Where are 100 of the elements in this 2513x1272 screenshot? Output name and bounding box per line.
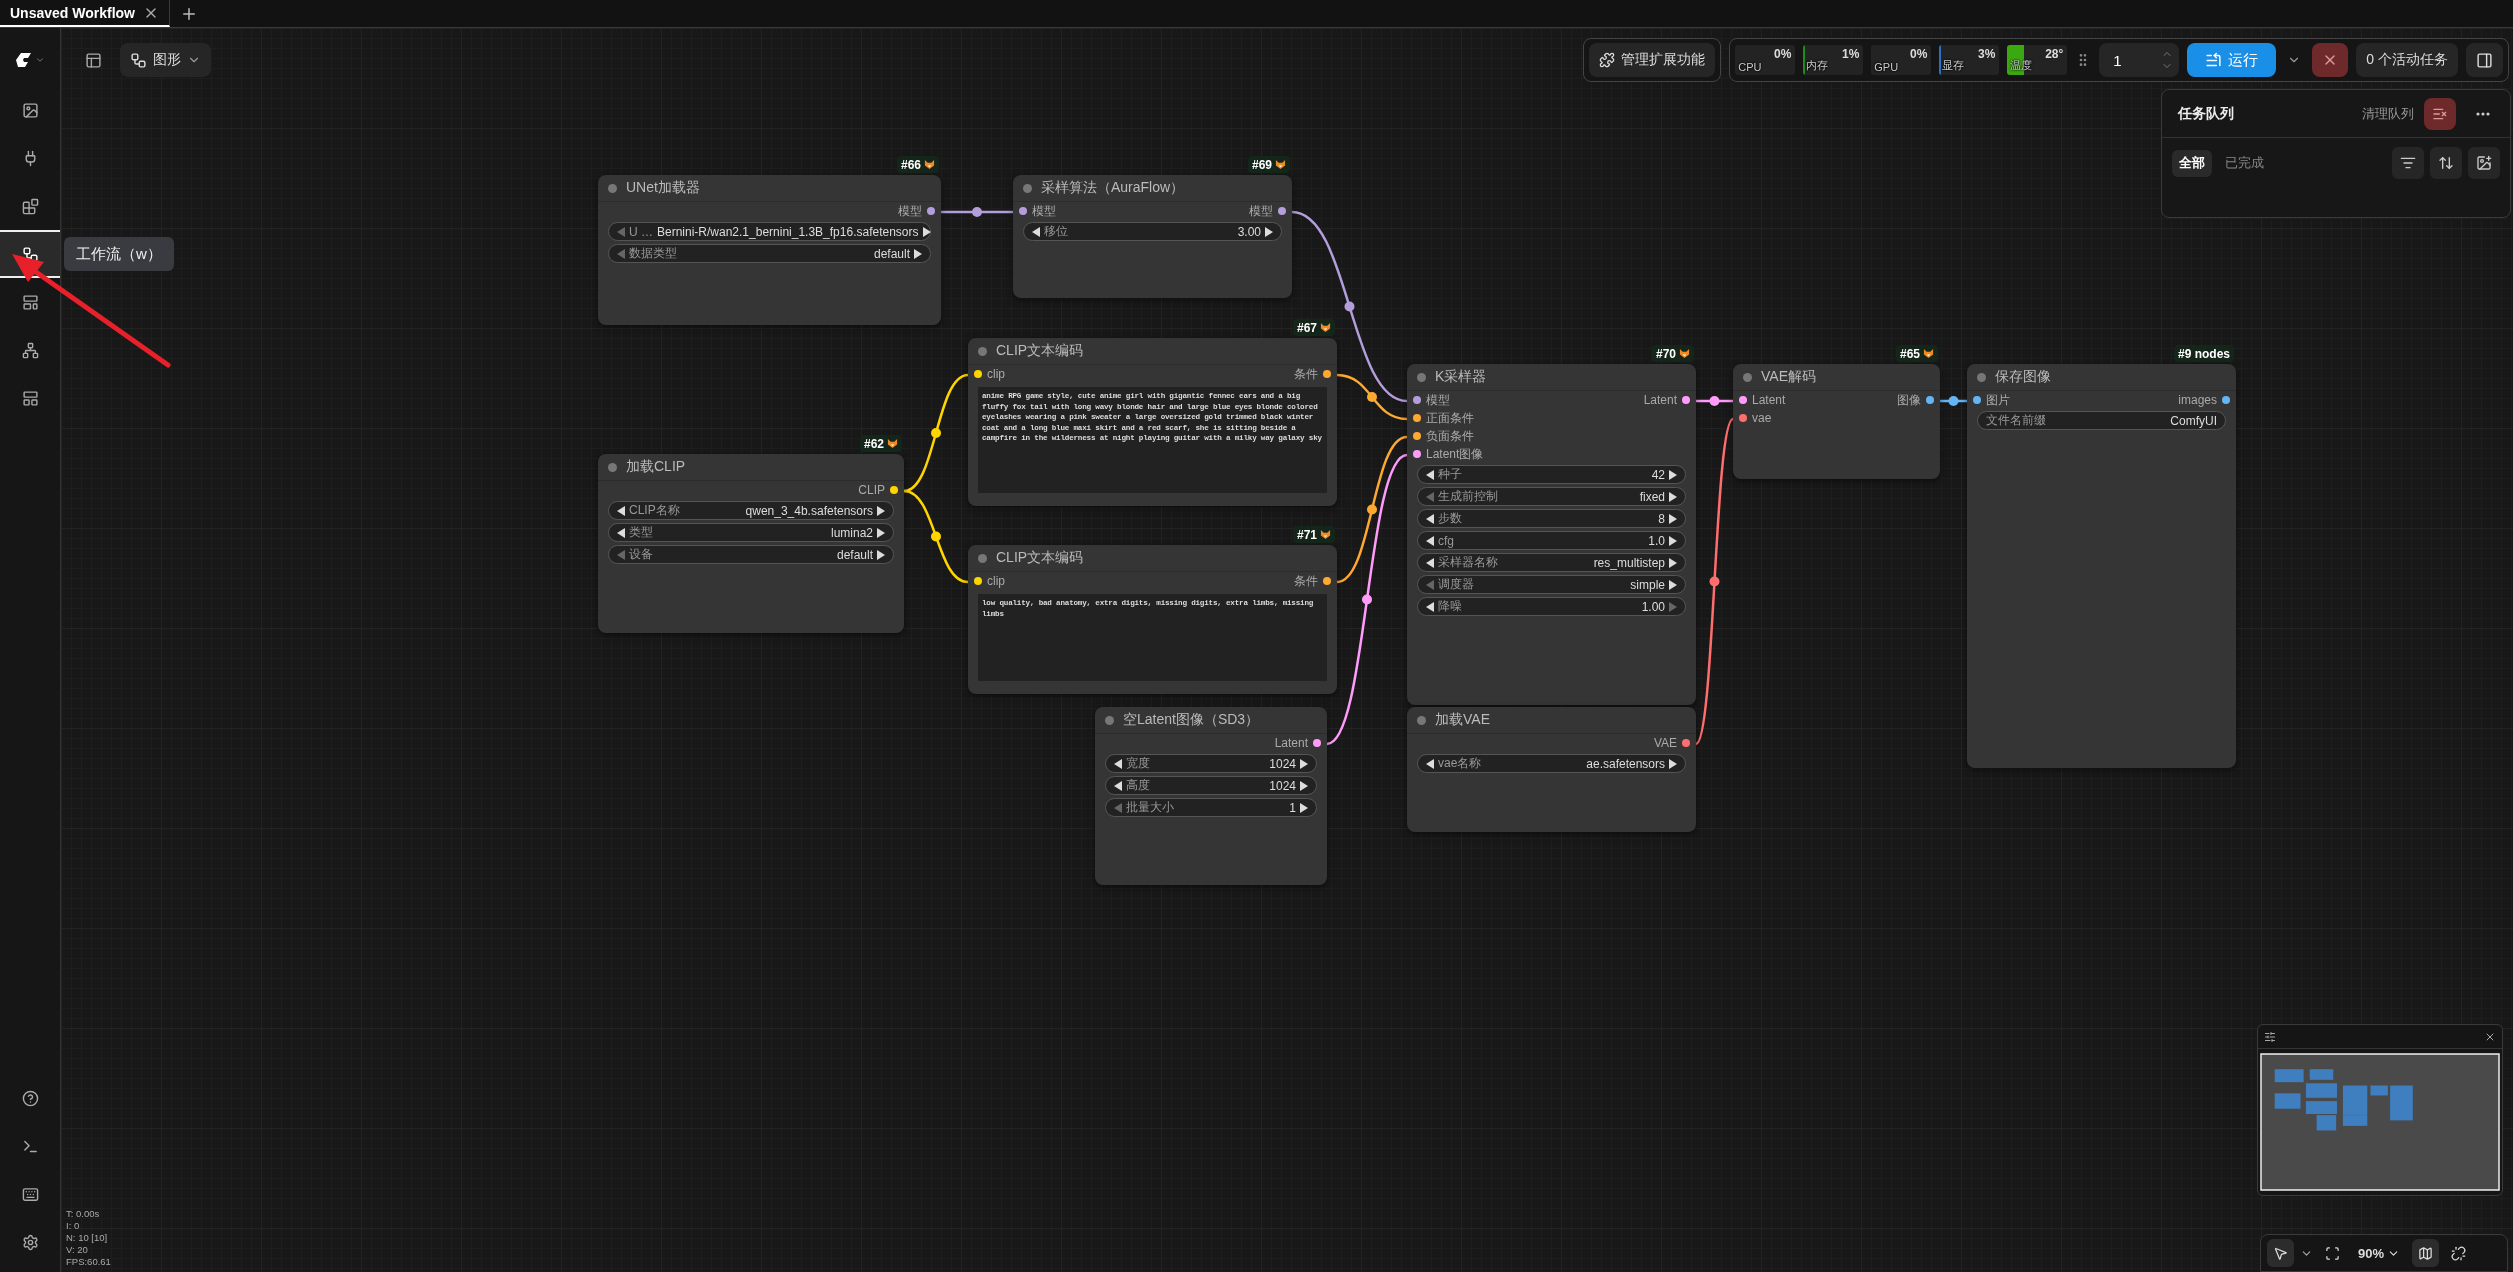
input-slot-dot[interactable] bbox=[1973, 396, 1981, 404]
puzzle-icon bbox=[1599, 52, 1616, 68]
output-slot-dot[interactable] bbox=[1682, 396, 1690, 404]
filter-tab[interactable]: 全部 bbox=[2172, 149, 2212, 177]
filter-icon bbox=[2400, 155, 2416, 171]
input-slot-dot[interactable] bbox=[1739, 396, 1747, 404]
stat-line: T: 0.00s bbox=[66, 1208, 101, 1220]
link-wire[interactable] bbox=[1696, 396, 1733, 406]
slot-label: 模型 bbox=[1032, 202, 1056, 220]
slot-label: 正面条件 bbox=[1426, 409, 1474, 427]
collapse-dot-icon[interactable] bbox=[1977, 372, 1986, 382]
link-wire[interactable] bbox=[1336, 373, 1408, 421]
filter-tab[interactable]: 已完成 bbox=[2218, 149, 2271, 177]
fox-icon bbox=[887, 438, 898, 449]
extensions-button[interactable]: 管理扩展功能 bbox=[1589, 43, 1716, 77]
active-tasks-button[interactable]: 0 个活动任务 bbox=[2356, 43, 2458, 77]
input-slot-dot[interactable] bbox=[1413, 450, 1421, 458]
output-slot-dot[interactable] bbox=[890, 486, 898, 494]
widget-control[interactable]: 文件名前缀 ComfyUI bbox=[1977, 411, 2226, 430]
collapse-dot-icon[interactable] bbox=[1417, 372, 1426, 382]
node-title: 空Latent图像（SD3） bbox=[1123, 711, 1260, 729]
fox-icon bbox=[1679, 348, 1690, 359]
image-icon bbox=[2476, 155, 2492, 171]
blocks-icon bbox=[21, 197, 39, 215]
meter-reading: 0% bbox=[1773, 47, 1792, 61]
fox-icon bbox=[1320, 529, 1331, 540]
queue-icon bbox=[2205, 51, 2223, 69]
collapse-dot-icon[interactable] bbox=[1417, 715, 1426, 725]
tooltip: 工作流（w） bbox=[64, 237, 174, 271]
node-card[interactable]: 加载VAE VAE vae名称 ae.safetensors bbox=[1407, 707, 1696, 832]
fox-icon bbox=[1923, 348, 1934, 359]
input-slot-dot[interactable] bbox=[1019, 207, 1027, 215]
collapse-dot-icon[interactable] bbox=[978, 346, 987, 356]
input-slot-dot[interactable] bbox=[1413, 414, 1421, 422]
output-slot-dot[interactable] bbox=[1313, 739, 1321, 747]
node-title: 加载VAE bbox=[1435, 711, 1490, 729]
input-slot-dot[interactable] bbox=[1413, 432, 1421, 440]
input-slot-dot[interactable] bbox=[1739, 414, 1747, 422]
output-slot-dot[interactable] bbox=[1278, 207, 1286, 215]
settings-icon bbox=[21, 1233, 39, 1251]
slot-label: CLIP bbox=[858, 483, 885, 497]
panel-title: 任务队列 bbox=[2178, 104, 2234, 123]
sliders-icon[interactable] bbox=[2264, 1030, 2276, 1043]
toggle-panel-button[interactable] bbox=[2466, 43, 2503, 77]
logo-icon[interactable] bbox=[15, 51, 33, 69]
stat-line: FPS:60.61 bbox=[66, 1256, 111, 1268]
minimap-drawing[interactable] bbox=[2260, 1053, 2500, 1191]
collapse-dot-icon[interactable] bbox=[1105, 715, 1114, 725]
link-wire[interactable] bbox=[1940, 396, 1967, 406]
stop-button[interactable] bbox=[2312, 43, 2349, 77]
collapse-dot-icon[interactable] bbox=[1743, 372, 1752, 382]
node-id: #66 bbox=[900, 157, 921, 172]
help-icon bbox=[21, 1089, 39, 1107]
output-slot-dot[interactable] bbox=[1926, 396, 1934, 404]
keyboard-icon bbox=[21, 1185, 39, 1203]
slot-label: Latent图像 bbox=[1426, 445, 1484, 463]
link-wire[interactable] bbox=[1694, 418, 1735, 745]
slot-label: clip bbox=[987, 367, 1005, 381]
collapse-dot-icon[interactable] bbox=[608, 462, 617, 472]
collapse-dot-icon[interactable] bbox=[1023, 183, 1032, 193]
node-title: CLIP文本编码 bbox=[996, 549, 1084, 567]
collapse-dot-icon[interactable] bbox=[978, 553, 987, 563]
node-title: K采样器 bbox=[1435, 368, 1487, 386]
output-slot-dot[interactable] bbox=[1323, 577, 1331, 585]
pointer-tool-button[interactable] bbox=[2267, 1239, 2294, 1267]
output-slot-dot[interactable] bbox=[1323, 370, 1331, 378]
slot-label: Latent bbox=[1274, 736, 1308, 750]
clear-list-button[interactable] bbox=[2424, 97, 2456, 130]
slot-label: 模型 bbox=[1249, 202, 1273, 220]
link-wire[interactable] bbox=[1326, 453, 1408, 746]
collapse-dot-icon[interactable] bbox=[608, 183, 617, 193]
output-slot-dot[interactable] bbox=[2222, 396, 2230, 404]
node-id: #69 bbox=[1251, 157, 1272, 172]
node-title: 采样算法（AuraFlow） bbox=[1041, 179, 1185, 197]
input-slot-dot[interactable] bbox=[974, 370, 982, 378]
input-slot-dot[interactable] bbox=[974, 577, 982, 585]
zoom-button[interactable]: 90% bbox=[2352, 1239, 2407, 1267]
slot-label: Latent bbox=[1643, 393, 1677, 407]
filter-button[interactable] bbox=[2392, 147, 2424, 179]
sort-button[interactable] bbox=[2430, 147, 2462, 179]
slot-label: 条件 bbox=[1294, 365, 1318, 383]
chevron-down-icon[interactable] bbox=[35, 55, 45, 65]
link-wire[interactable] bbox=[941, 207, 1013, 217]
output-slot-dot[interactable] bbox=[927, 207, 935, 215]
node-title: VAE解码 bbox=[1761, 368, 1816, 386]
meter-reading: 0% bbox=[1909, 47, 1928, 61]
link-wire[interactable] bbox=[1336, 435, 1408, 584]
slot-label: clip bbox=[987, 574, 1005, 588]
meter-label: 内存 bbox=[1806, 58, 1829, 73]
slot-label: 图像 bbox=[1897, 391, 1921, 409]
node-id: #71 bbox=[1296, 527, 1317, 542]
image-view-button[interactable] bbox=[2468, 147, 2500, 179]
input-slot-dot[interactable] bbox=[1413, 396, 1421, 404]
minimap-button[interactable] bbox=[2412, 1239, 2440, 1267]
slot-label: 模型 bbox=[898, 202, 922, 220]
workflow-icon bbox=[130, 51, 147, 69]
output-slot-dot[interactable] bbox=[1682, 739, 1690, 747]
view-mode-button[interactable]: 图形 bbox=[120, 43, 211, 77]
clear-queue-button[interactable]: 清理队列 bbox=[2362, 104, 2414, 123]
node-card[interactable]: 空Latent图像（SD3） Latent 宽度 1024 高度 1024 批量大小 1 bbox=[1095, 707, 1327, 885]
